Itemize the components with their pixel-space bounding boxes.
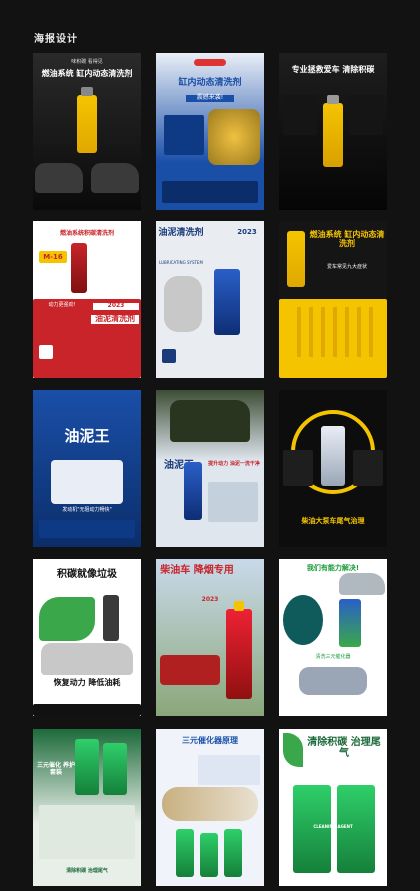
brand-logo <box>194 59 226 66</box>
qr-code-image <box>39 345 53 359</box>
footer-bar <box>33 704 141 716</box>
bottle-image <box>184 462 202 520</box>
symptom-icon-grid <box>289 307 377 357</box>
poster-6-subtitle: 爱车常见九大症状 <box>326 264 367 270</box>
poster-11-title: 柴油车 降烟专用 <box>160 565 234 576</box>
green-splash <box>39 597 95 641</box>
bottle-cap-image <box>234 601 244 611</box>
truck-image <box>160 655 220 685</box>
bottle-image <box>224 829 242 877</box>
feature-list <box>349 95 383 135</box>
poster-14-title: 三元催化器原理 <box>182 736 238 745</box>
feature-list <box>39 805 135 859</box>
poster-4-year: 2023 <box>93 302 139 310</box>
feature-list <box>283 95 317 135</box>
hexagon-chart <box>283 595 323 645</box>
product-strip <box>162 181 258 203</box>
bottle-image <box>77 95 97 153</box>
bottle-image <box>71 243 87 293</box>
poster-7-title: 油泥王 <box>64 427 110 445</box>
poster-7-subtitle: 发动机"无阻动力畅快" <box>62 507 112 513</box>
poster-10-subtitle: 恢复动力 降低油耗 <box>53 678 121 687</box>
poster-7[interactable]: 油泥王 发动机"无阻动力畅快" <box>33 390 141 547</box>
poster-4-subtitle: 油泥清洗剂 <box>91 314 139 324</box>
bottle-image <box>226 609 252 699</box>
poster-5[interactable]: 油泥清洗剂 2023 LUBRICATING SYSTEM <box>156 221 264 378</box>
engine-image <box>208 109 260 165</box>
poster-10-title: 积碳就像垃圾 <box>57 569 117 580</box>
poster-3-title: 专业拯救爱车 清除积碳 <box>291 65 375 74</box>
poster-2[interactable]: 缸内动态清洗剂 震撼来袭! <box>156 53 264 210</box>
poster-13-subtitle: 清除积碳 治理尾气 <box>66 868 108 874</box>
bottle-image <box>214 269 240 335</box>
poster-2-subtitle: 震撼来袭! <box>186 94 234 102</box>
bottle-image <box>176 829 194 877</box>
poster-12-title: 我们有能力解决! <box>306 564 360 572</box>
poster-5-subtitle: LUBRICATING SYSTEM <box>159 260 203 265</box>
poster-4-title: 燃油系统积碳清洗剂 <box>59 230 114 237</box>
feature-list <box>353 450 383 486</box>
poster-13-title: 三元催化 养护套装 <box>36 762 76 776</box>
bottle-image <box>339 599 361 647</box>
feature-list <box>208 482 258 522</box>
poster-9[interactable]: 柴油大泵车尾气治理 <box>279 390 387 547</box>
catalyst-image <box>162 787 258 821</box>
poster-15-title: 清除积碳 治理尾气 <box>307 737 381 759</box>
bottle-image <box>287 231 305 287</box>
poster-4-extra: 动力更强劲! <box>48 302 76 308</box>
poster-grid: 味积碳 看得见 燃油系统 缸内动态清洗剂 缸内动态清洗剂 震撼来袭! 专业拯救爱… <box>33 53 388 886</box>
poster-8-subtitle: 提升动力 油泥一洗干净 <box>208 461 260 467</box>
poster-12[interactable]: 我们有能力解决! 清洗三元催化器 <box>279 559 387 716</box>
poster-1[interactable]: 味积碳 看得见 燃油系统 缸内动态清洗剂 <box>33 53 141 210</box>
feature-list <box>164 115 204 155</box>
car-image <box>35 163 83 193</box>
poster-5-year: 2023 <box>237 228 257 236</box>
car-engine-image <box>41 643 133 675</box>
poster-13[interactable]: 三元催化 养护套装 清除积碳 治理尾气 <box>33 729 141 886</box>
car-image <box>164 276 202 332</box>
poster-6-title: 燃油系统 缸内动态清洗剂 <box>309 230 385 248</box>
poster-6[interactable]: 燃油系统 缸内动态清洗剂 爱车常见九大症状 <box>279 221 387 378</box>
bottle-cap-image <box>81 87 93 96</box>
poster-10[interactable]: 积碳就像垃圾 恢复动力 降低油耗 <box>33 559 141 716</box>
poster-11-year: 2023 <box>201 596 219 603</box>
poster-12-subtitle: 清洗三元催化器 <box>315 654 351 660</box>
bottle-image <box>323 103 343 167</box>
feature-list <box>39 520 135 538</box>
poster-9-title: 柴油大泵车尾气治理 <box>301 517 365 525</box>
car-image <box>91 163 139 193</box>
bottle-image <box>321 426 345 486</box>
section-heading: 海报设计 <box>34 34 78 45</box>
product-group <box>51 460 123 504</box>
bottle-image <box>103 595 119 641</box>
poster-8[interactable]: 油泥王 提升动力 油泥一洗干净 <box>156 390 264 547</box>
bottle-image <box>103 743 127 795</box>
catalyst-image <box>299 667 367 695</box>
poster-3[interactable]: 专业拯救爱车 清除积碳 <box>279 53 387 210</box>
bottle-cap-image <box>327 95 339 104</box>
red-banner <box>33 299 141 378</box>
text-block <box>198 755 260 785</box>
jeep-image <box>170 400 250 442</box>
badge: M-16 <box>39 251 67 263</box>
bottle-image <box>200 833 218 877</box>
qr-code-image <box>162 349 176 363</box>
feature-list <box>283 450 313 486</box>
poster-11[interactable]: 柴油车 降烟专用 2023 <box>156 559 264 716</box>
leaf-image <box>283 733 303 767</box>
poster-15[interactable]: 清除积碳 治理尾气 CLEANING AGENT <box>279 729 387 886</box>
car-image <box>339 573 385 595</box>
poster-5-title: 油泥清洗剂 <box>158 228 204 238</box>
poster-1-subtitle: 味积碳 看得见 <box>71 59 103 65</box>
bottle-image <box>75 739 99 795</box>
poster-14[interactable]: 三元催化器原理 <box>156 729 264 886</box>
poster-15-subtitle: CLEANING AGENT <box>313 824 353 829</box>
poster-2-title: 缸内动态清洗剂 <box>178 78 242 88</box>
poster-1-title: 燃油系统 缸内动态清洗剂 <box>41 69 133 78</box>
poster-4[interactable]: 燃油系统积碳清洗剂 M-16 动力更强劲! 2023 油泥清洗剂 <box>33 221 141 378</box>
